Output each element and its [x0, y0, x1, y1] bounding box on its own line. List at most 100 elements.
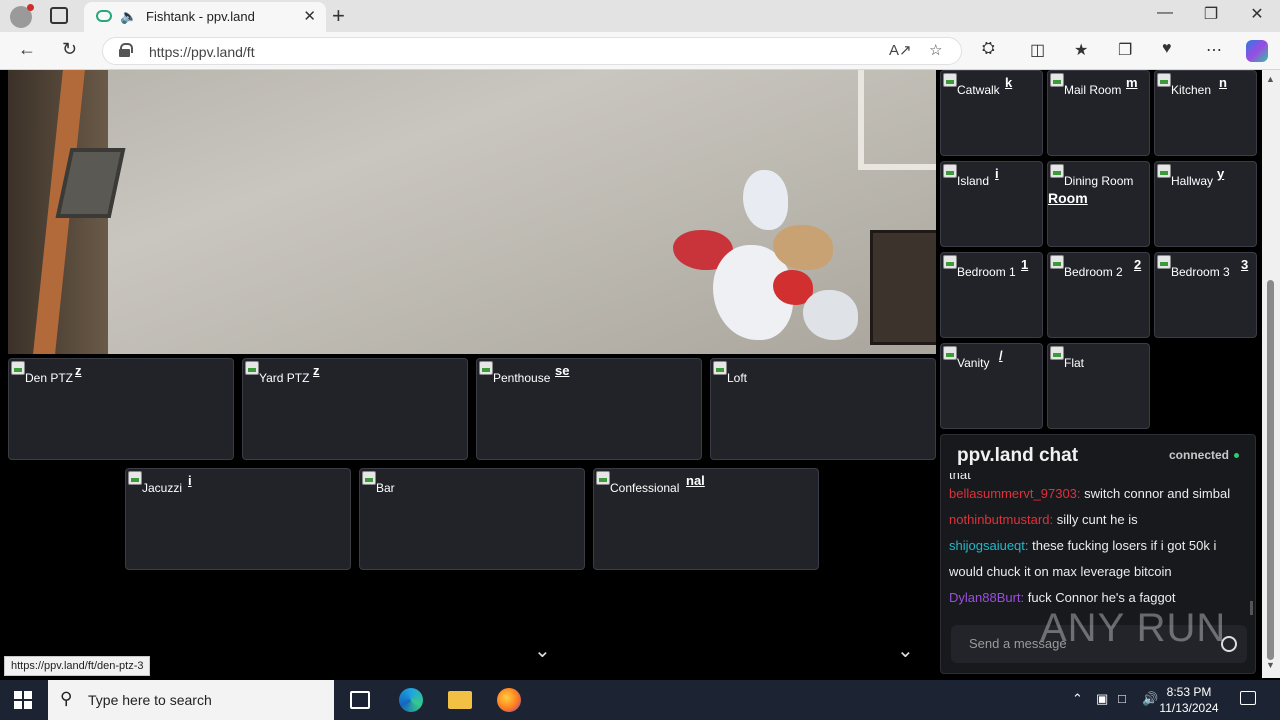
camera-tile-bedroom-1[interactable]: Bedroom 1 1: [940, 252, 1043, 338]
camera-label: Hallway: [1171, 174, 1214, 188]
main-camera-feed[interactable]: [8, 70, 936, 354]
windows-taskbar: ⚲ Type here to search ⌃ ▣ □ 🔊 8:53 PM 11…: [0, 680, 1280, 720]
lock-icon[interactable]: [119, 43, 133, 57]
browser-essentials-icon[interactable]: ♥: [1162, 40, 1172, 58]
broken-image-icon: [943, 255, 957, 269]
url-text[interactable]: https://ppv.land/ft: [149, 44, 255, 60]
camera-shortcut: z: [313, 363, 320, 378]
broken-image-icon: [245, 361, 259, 375]
broken-image-icon: [1050, 346, 1064, 360]
fire-pit: [870, 230, 936, 345]
task-view-icon[interactable]: [350, 691, 370, 709]
address-bar[interactable]: https://ppv.land/ft A↗ ☆: [102, 37, 962, 65]
chat-text: fuck Connor he's a faggot: [1024, 590, 1176, 605]
site-favicon-icon: [96, 10, 112, 22]
window-close-icon[interactable]: ✕: [1234, 4, 1280, 24]
scroll-up-icon[interactable]: ▲: [1266, 74, 1275, 84]
camera-tile-jacuzzi[interactable]: Jacuzzi i: [125, 468, 351, 570]
show-hidden-icons-icon[interactable]: ⌃: [1072, 691, 1083, 707]
camera-label: Confessional: [610, 481, 680, 495]
firefox-icon[interactable]: [497, 688, 521, 712]
tab-title: Fishtank - ppv.land: [146, 9, 255, 24]
chevron-down-icon[interactable]: ⌄: [534, 638, 551, 663]
broken-image-icon: [362, 471, 376, 485]
profile-avatar-icon[interactable]: [10, 4, 34, 28]
chat-message-list[interactable]: that bellasummervt_97303: switch connor …: [949, 473, 1249, 615]
camera-tile-kitchen[interactable]: Kitchen n: [1154, 70, 1257, 156]
camera-shortcut: y: [1217, 166, 1225, 181]
read-aloud-icon[interactable]: A↗: [889, 41, 912, 59]
windows-start-icon[interactable]: [14, 691, 32, 709]
taskbar-search[interactable]: ⚲ Type here to search: [48, 680, 334, 720]
camera-label: Kitchen: [1171, 83, 1212, 97]
camera-tile-penthouse[interactable]: Penthouse se: [476, 358, 702, 460]
camera-label: Flat: [1064, 356, 1085, 370]
chat-text: silly cunt he is: [1053, 512, 1138, 527]
camera-label: Loft: [727, 371, 748, 385]
chat-username[interactable]: bellasummervt_97303:: [949, 486, 1081, 501]
broken-image-icon: [11, 361, 25, 375]
scroll-down-icon[interactable]: ▼: [1266, 660, 1275, 670]
camera-tile-bar[interactable]: Bar: [359, 468, 585, 570]
chat-scrollbar[interactable]: [1250, 601, 1253, 615]
search-placeholder: Type here to search: [88, 692, 212, 708]
camera-tile-mail-room[interactable]: Mail Room m: [1047, 70, 1150, 156]
collections-icon[interactable]: ❐: [1118, 40, 1132, 60]
back-arrow-icon[interactable]: ←: [18, 39, 36, 60]
search-icon: ⚲: [60, 689, 73, 708]
camera-tile-flat[interactable]: Flat: [1047, 343, 1150, 429]
copilot-icon[interactable]: [1246, 40, 1268, 62]
tab-actions-icon[interactable]: [50, 7, 68, 24]
camera-tile-den-ptz[interactable]: Den PTZ z: [8, 358, 234, 460]
clock-date: 11/13/2024: [1159, 701, 1219, 715]
split-screen-icon[interactable]: ◫: [1030, 40, 1045, 60]
broken-image-icon: [1157, 255, 1171, 269]
camera-tile-hallway[interactable]: Hallway y: [1154, 161, 1257, 247]
camera-label: Island: [957, 174, 990, 188]
camera-tile-dining-room[interactable]: Dining Room Room: [1047, 161, 1150, 247]
network-icon[interactable]: □: [1118, 691, 1126, 706]
browser-tab[interactable]: 🔈 Fishtank - ppv.land ✕: [84, 2, 326, 32]
camera-tile-bedroom-3[interactable]: Bedroom 3 3: [1154, 252, 1257, 338]
camera-shortcut: i: [188, 473, 192, 488]
new-tab-icon[interactable]: +: [332, 3, 345, 29]
chat-username[interactable]: shijogsaiueqt:: [949, 538, 1029, 553]
chat-title: ppv.land chat: [957, 445, 1079, 466]
more-menu-icon[interactable]: ⋯: [1206, 40, 1222, 60]
edge-browser-icon[interactable]: [399, 688, 423, 712]
chat-username[interactable]: Dylan88Burt:: [949, 590, 1024, 605]
browser-tab-bar: 🔈 Fishtank - ppv.land ✕ + — ❐ ✕: [0, 0, 1280, 32]
restore-icon[interactable]: ❐: [1188, 4, 1234, 24]
device-icon[interactable]: ▣: [1096, 691, 1108, 707]
camera-label: Vanity: [957, 356, 990, 370]
scrollbar-thumb[interactable]: [1267, 280, 1274, 660]
extensions-icon[interactable]: ⛭: [982, 40, 995, 58]
chevron-down-icon[interactable]: ⌄: [897, 638, 914, 663]
camera-label: Bar: [376, 481, 395, 495]
broken-image-icon: [1050, 164, 1064, 178]
camera-tile-yard-ptz[interactable]: Yard PTZ z: [242, 358, 468, 460]
link-status-bar: https://ppv.land/ft/den-ptz-3: [4, 656, 151, 676]
minimize-icon[interactable]: —: [1142, 4, 1188, 22]
system-clock[interactable]: 8:53 PM 11/13/2024: [1156, 684, 1222, 716]
favorite-star-icon[interactable]: ☆: [929, 41, 942, 59]
camera-tile-loft[interactable]: Loft: [710, 358, 936, 460]
camera-tile-vanity[interactable]: Vanity /: [940, 343, 1043, 429]
camera-tile-catwalk[interactable]: Catwalk k: [940, 70, 1043, 156]
camera-tile-bedroom-2[interactable]: Bedroom 2 2: [1047, 252, 1150, 338]
camera-tile-confessional[interactable]: Confessional nal: [593, 468, 819, 570]
camera-tile-island[interactable]: Island i: [940, 161, 1043, 247]
chat-message: bellasummervt_97303: switch connor and s…: [949, 481, 1249, 507]
status-dot-icon: [1234, 453, 1239, 459]
close-tab-icon[interactable]: ✕: [303, 7, 316, 25]
chat-username[interactable]: nothinbutmustard:: [949, 512, 1053, 527]
camera-label: Penthouse: [493, 371, 551, 385]
file-explorer-icon[interactable]: [448, 691, 472, 709]
camera-label: Catwalk: [957, 83, 1000, 97]
page-scrollbar[interactable]: ▲ ▼: [1262, 70, 1280, 678]
notifications-icon[interactable]: [1240, 691, 1256, 705]
favorites-icon[interactable]: ★: [1074, 40, 1088, 60]
clock-time: 8:53 PM: [1166, 685, 1212, 699]
speaker-icon[interactable]: 🔈: [120, 8, 137, 25]
refresh-icon[interactable]: ↻: [62, 39, 77, 60]
